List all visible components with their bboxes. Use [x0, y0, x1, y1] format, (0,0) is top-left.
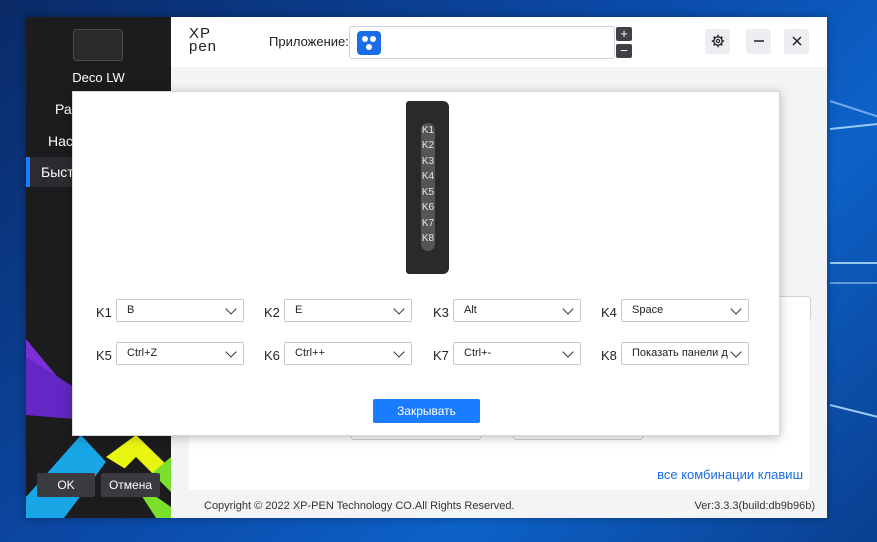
remove-app-button[interactable]: − — [616, 44, 632, 58]
tablet-key-label: K1 — [421, 125, 435, 136]
key-k5-dropdown[interactable]: Ctrl+Z — [116, 342, 244, 365]
chevron-down-icon — [730, 346, 742, 358]
desktop-light-streak — [830, 282, 877, 284]
close-dialog-button[interactable]: Закрывать — [373, 399, 480, 423]
key-label-k7: K7 — [433, 348, 449, 363]
tablet-key-label: K5 — [421, 187, 435, 198]
key-k3-dropdown[interactable]: Alt — [453, 299, 581, 322]
settings-button[interactable] — [705, 29, 730, 54]
key-k8-value: Показать панели д — [632, 347, 728, 359]
tablet-key-label: K8 — [421, 233, 435, 244]
copyright-text: Copyright © 2022 XP-PEN Technology CO.Al… — [204, 500, 515, 512]
logo-line-2: pen — [189, 38, 218, 55]
version-text: Ver:3.3.3(build:db9b96b) — [694, 500, 815, 512]
key-k7-dropdown[interactable]: Ctrl+- — [453, 342, 581, 365]
app-select[interactable] — [349, 26, 615, 59]
key-label-k3: K3 — [433, 305, 449, 320]
chevron-down-icon — [562, 303, 574, 315]
key-k2-value: E — [295, 304, 303, 316]
close-icon — [791, 36, 802, 46]
tablet-key-label: K2 — [421, 140, 435, 151]
key-k5-value: Ctrl+Z — [127, 347, 158, 359]
desktop-light-streak — [829, 100, 877, 121]
key-label-k8: K8 — [601, 348, 617, 363]
key-k1-dropdown[interactable]: B — [116, 299, 244, 322]
chevron-down-icon — [393, 303, 405, 315]
header: XP pen Приложение: + − — [171, 17, 827, 67]
gear-icon — [711, 34, 724, 48]
shortcut-keys-dialog: K1 K2 K3 K4 K5 K6 K7 K8 K1 B K2 E K3 Alt… — [72, 91, 780, 436]
key-k4-value: Space — [632, 304, 664, 316]
tablet-illustration: K1 K2 K3 K4 K5 K6 K7 K8 — [406, 101, 449, 274]
app-label: Приложение: — [269, 34, 349, 49]
chevron-down-icon — [225, 346, 237, 358]
tablet-key-strip: K1 K2 K3 K4 K5 K6 K7 K8 — [421, 123, 435, 251]
key-k4-dropdown[interactable]: Space — [621, 299, 749, 322]
key-label-k6: K6 — [264, 348, 280, 363]
chevron-down-icon — [225, 303, 237, 315]
key-label-k4: K4 — [601, 305, 617, 320]
chevron-down-icon — [393, 346, 405, 358]
add-app-button[interactable]: + — [616, 27, 632, 41]
chevron-down-icon — [562, 346, 574, 358]
key-k7-value: Ctrl+- — [464, 347, 492, 359]
key-k6-dropdown[interactable]: Ctrl++ — [284, 342, 412, 365]
tablet-key-label: K6 — [421, 202, 435, 213]
tablet-key-label: K4 — [421, 171, 435, 182]
key-k1-value: B — [127, 304, 135, 316]
ok-button[interactable]: OK — [37, 473, 95, 497]
key-label-k5: K5 — [96, 348, 112, 363]
desktop-light-streak — [829, 121, 877, 130]
key-k2-dropdown[interactable]: E — [284, 299, 412, 322]
tablet-key-label: K7 — [421, 218, 435, 229]
minimize-icon — [753, 40, 764, 42]
key-k8-dropdown[interactable]: Показать панели д — [621, 342, 749, 365]
key-k3-value: Alt — [464, 304, 477, 316]
cancel-button[interactable]: Отмена — [101, 473, 160, 497]
tablet-key-label: K3 — [421, 156, 435, 167]
chevron-down-icon — [730, 303, 742, 315]
all-combinations-link[interactable]: все комбинации клавиш — [657, 467, 803, 482]
desktop-light-streak — [829, 404, 877, 421]
purple-stripe — [26, 357, 74, 419]
key-label-k2: K2 — [264, 305, 280, 320]
desktop-light-streak — [830, 262, 877, 264]
key-label-k1: K1 — [96, 305, 112, 320]
minimize-button[interactable] — [746, 29, 771, 54]
key-k6-value: Ctrl++ — [295, 347, 325, 359]
close-window-button[interactable] — [784, 29, 809, 54]
xp-pen-logo: XP pen — [189, 26, 218, 55]
app-icon — [357, 31, 381, 55]
